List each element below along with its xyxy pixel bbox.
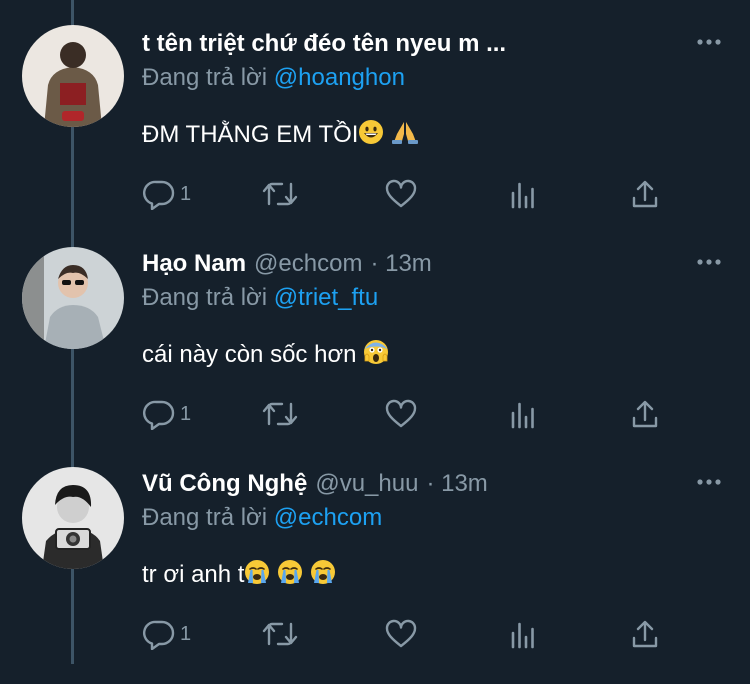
mention-link[interactable]: @hoanghon — [274, 64, 405, 91]
mention-link[interactable]: @triet_ftu — [274, 284, 378, 311]
display-name[interactable]: Vũ Công Nghệ — [142, 470, 307, 498]
mention-link[interactable]: @echcom — [274, 504, 382, 531]
tweet-actions: 1 — [142, 394, 672, 434]
loudly-crying-face-emoji-icon — [310, 560, 335, 584]
replying-to-label: Đang trả lời — [142, 64, 268, 91]
more-options-icon[interactable] — [696, 478, 722, 486]
reply-count: 1 — [180, 622, 192, 645]
reply-icon — [143, 620, 175, 650]
tweet-header: Hạo Nam @echcom · 13m — [142, 244, 730, 284]
reply-count: 1 — [180, 182, 192, 205]
display-name[interactable]: t tên triệt chứ đéo tên nyeu m ... — [142, 30, 506, 58]
loudly-crying-face-emoji-icon — [278, 560, 303, 584]
replying-to-label: Đang trả lời — [142, 284, 268, 311]
replying-to: Đang trả lời @echcom — [142, 504, 382, 532]
share-icon — [632, 400, 658, 428]
timestamp[interactable]: · 13m — [426, 470, 487, 498]
reply-button[interactable]: 1 — [142, 614, 191, 654]
tweet[interactable]: t tên triệt chứ đéo tên nyeu m ... Đang … — [0, 24, 750, 244]
reply-icon — [143, 400, 175, 430]
retweet-button[interactable] — [260, 394, 300, 434]
replying-to: Đang trả lời @hoanghon — [142, 64, 405, 92]
tweet[interactable]: Vũ Công Nghệ @vu_huu · 13m Đang trả lời … — [0, 464, 750, 684]
folded-hands-emoji-icon — [392, 122, 419, 144]
reply-count: 1 — [180, 402, 192, 425]
tweet-header: Vũ Công Nghệ @vu_huu · 13m — [142, 464, 730, 504]
retweet-icon — [262, 402, 298, 426]
reply-button[interactable]: 1 — [142, 174, 191, 214]
share-button[interactable] — [630, 394, 660, 434]
tweet-text-content: cái này còn sốc hơn — [142, 341, 357, 368]
screaming-face-emoji-icon — [364, 340, 389, 364]
avatar[interactable] — [22, 25, 124, 127]
replying-to-label: Đang trả lời — [142, 504, 268, 531]
more-options-icon[interactable] — [696, 258, 722, 266]
tweet[interactable]: Hạo Nam @echcom · 13m Đang trả lời @trie… — [0, 244, 750, 464]
tweet-text: cái này còn sốc hơn — [142, 339, 389, 369]
reply-icon — [143, 180, 175, 210]
like-button[interactable] — [384, 394, 418, 434]
heart-icon — [385, 399, 417, 428]
more-options-icon[interactable] — [696, 38, 722, 46]
retweet-button[interactable] — [260, 174, 300, 214]
user-handle[interactable]: @vu_huu — [315, 470, 418, 498]
avatar[interactable] — [22, 467, 124, 569]
like-button[interactable] — [384, 174, 418, 214]
grinning-face-emoji-icon — [359, 120, 384, 144]
display-name[interactable]: Hạo Nam — [142, 250, 246, 278]
timestamp[interactable]: · 13m — [370, 250, 431, 278]
retweet-icon — [262, 622, 298, 646]
retweet-button[interactable] — [260, 614, 300, 654]
tweet-text-content: tr ơi anh t — [142, 561, 245, 588]
analytics-icon — [511, 182, 534, 209]
share-button[interactable] — [630, 174, 660, 214]
analytics-button[interactable] — [508, 174, 538, 214]
tweet-header: t tên triệt chứ đéo tên nyeu m ... — [142, 24, 730, 64]
tweet-actions: 1 — [142, 614, 672, 654]
tweet-actions: 1 — [142, 174, 672, 214]
tweet-text: tr ơi anh t — [142, 559, 336, 589]
user-handle[interactable]: @echcom — [254, 250, 362, 278]
analytics-button[interactable] — [508, 394, 538, 434]
retweet-icon — [262, 182, 298, 206]
analytics-button[interactable] — [508, 614, 538, 654]
analytics-icon — [511, 622, 534, 649]
share-icon — [632, 180, 658, 208]
heart-icon — [385, 619, 417, 648]
tweet-text: ĐM THẰNG EM TỒI — [142, 119, 419, 149]
avatar[interactable] — [22, 247, 124, 349]
share-button[interactable] — [630, 614, 660, 654]
loudly-crying-face-emoji-icon — [245, 560, 270, 584]
share-icon — [632, 620, 658, 648]
reply-button[interactable]: 1 — [142, 394, 191, 434]
heart-icon — [385, 179, 417, 208]
replying-to: Đang trả lời @triet_ftu — [142, 284, 378, 312]
tweet-text-content: ĐM THẰNG EM TỒI — [142, 121, 359, 148]
like-button[interactable] — [384, 614, 418, 654]
analytics-icon — [511, 402, 534, 429]
